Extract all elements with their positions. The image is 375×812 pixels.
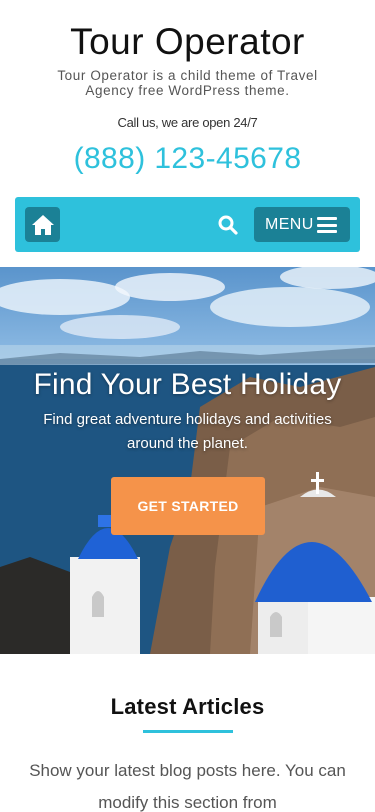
- menu-label: MENU: [265, 215, 314, 233]
- main-navigation: MENU: [15, 197, 360, 252]
- site-title[interactable]: Tour Operator: [0, 22, 375, 62]
- hero-subtitle: Find great adventure holidays and activi…: [43, 411, 332, 452]
- page: Tour Operator Tour Operator is a child t…: [0, 0, 375, 812]
- search-icon: [218, 215, 238, 235]
- site-tagline: Tour Operator is a child theme of Travel…: [57, 68, 318, 98]
- latest-articles-section: Latest Articles Show your latest blog po…: [0, 654, 375, 812]
- hero-background-image: [0, 267, 375, 654]
- home-icon: [31, 214, 55, 236]
- search-button[interactable]: [216, 213, 240, 237]
- hamburger-icon: [317, 217, 337, 233]
- call-us-text: Call us, we are open 24/7: [117, 115, 258, 130]
- home-button[interactable]: [25, 207, 60, 242]
- get-started-button[interactable]: GET STARTED: [111, 477, 265, 535]
- hero-title: Find Your Best Holiday: [33, 368, 342, 401]
- site-header: Tour Operator Tour Operator is a child t…: [0, 0, 375, 176]
- hero-content: Find Your Best Holiday Find great advent…: [0, 364, 375, 456]
- hero-banner: Find Your Best Holiday Find great advent…: [0, 267, 375, 654]
- phone-link[interactable]: (888) 123-45678: [74, 142, 302, 176]
- section-description: Show your latest blog posts here. You ca…: [29, 761, 346, 812]
- menu-button[interactable]: MENU: [254, 207, 350, 242]
- title-underline: [142, 730, 233, 733]
- section-title: Latest Articles: [110, 694, 265, 719]
